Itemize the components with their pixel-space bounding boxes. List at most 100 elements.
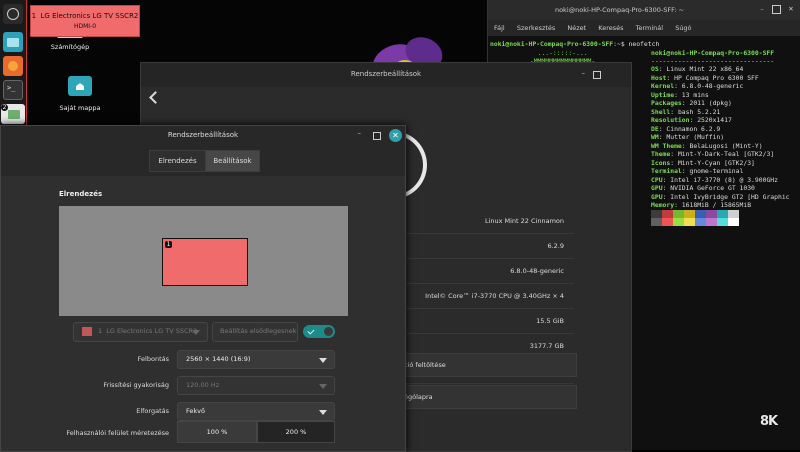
close-icon[interactable]: ✕ [389,129,402,142]
rotation-label: Elforgatás [136,407,169,415]
ui-scale-100-button[interactable]: 100 % [177,421,257,443]
settings-taskbar-button[interactable]: 2 [1,104,25,124]
info-value: Cinnamon 6.2.9 [662,124,721,133]
neofetch-info-line: WM Theme: BelaLugosi (Mint-Y) [651,142,790,151]
info-key: Host [651,73,667,82]
info-value: 6.8.0-48-generic [677,82,744,90]
system-info-row: 6.2.9 [406,234,574,259]
palette-swatch [684,210,695,218]
window-titlebar[interactable]: Rendszerbeállítások – ✕ Elrendezés Beáll… [1,126,405,176]
ui-scale-200-button[interactable]: 200 % [257,421,335,443]
minimize-icon[interactable]: – [582,69,586,77]
menu-search[interactable]: Keresés [598,24,623,32]
set-primary-button[interactable]: Beállítás elsődlegesnek [212,322,298,342]
refresh-rate-select[interactable]: 120.00 Hz [177,376,335,395]
files-launcher[interactable] [3,32,23,52]
maximize-icon[interactable] [593,71,601,79]
home-folder-icon [68,76,92,96]
terminal-icon: >_ [7,84,16,92]
back-arrow-icon[interactable] [149,91,162,104]
monitor-select[interactable]: 1 LG Electronics LG TV SSCR2 [73,322,208,342]
monitor-select-number: 1 [98,327,103,335]
maximize-icon[interactable] [373,132,381,140]
neofetch-info-line: DE: Cinnamon 6.2.9 [651,125,790,134]
chevron-down-icon [319,410,327,415]
info-key: WM [651,133,659,141]
neofetch-info-line: Kernel: 6.8.0-48-generic [651,82,790,91]
8k-watermark: 8K [760,414,778,429]
terminal-titlebar[interactable]: noki@noki-HP-Compaq-Pro-6300-SFF: ~ – ✕ [488,0,800,20]
neofetch-info-line: GPU: NVIDIA GeForce GT 1030 [651,184,790,193]
monitor-layout-canvas[interactable]: 1 [59,206,348,316]
monitor-preview-1[interactable]: 1 [162,238,248,286]
palette-swatch [717,218,728,226]
info-value: HP Compaq Pro 6300 SFF [670,73,759,82]
info-key: Kernel [651,82,675,90]
terminal-title: noki@noki-HP-Compaq-Pro-6300-SFF: ~ [554,6,685,14]
window-titlebar[interactable]: Rendszerbeállítások – [141,63,631,87]
minimize-icon[interactable]: – [358,129,362,137]
display-settings-window[interactable]: Rendszerbeállítások – ✕ Elrendezés Beáll… [0,125,406,452]
neofetch-info-line: Uptime: 13 mins [651,91,790,100]
info-key: Uptime [651,90,675,99]
rotation-value: Fekvő [186,407,205,415]
neofetch-info-line: CPU: Intel i7-3770 (8) @ 3.900GHz [651,176,790,185]
info-value: 2520x1417 [693,116,732,124]
monitor-number-badge: 1 [165,241,172,248]
neofetch-info-line: Terminal: gnome-terminal [651,167,790,176]
copy-clipboard-button[interactable]: ógólapra [403,385,577,409]
info-key: Resolution [651,116,690,124]
palette-swatch [728,210,739,218]
menu-help[interactable]: Súgó [675,24,691,32]
neofetch-info-line: GPU: Intel IvyBridge GT2 [HD Graphic [651,193,790,202]
terminal-launcher[interactable]: >_ [3,80,23,100]
menu-terminal[interactable]: Terminál [636,24,663,32]
upload-info-button[interactable]: ció feltöltése [403,353,577,377]
tab-layout[interactable]: Elrendezés [149,150,206,172]
menu-button[interactable] [3,4,23,24]
menu-edit[interactable]: Szerkesztés [517,24,555,32]
window-title: Rendszerbeállítások [167,131,239,139]
settings-icon [8,110,20,119]
neofetch-info-line: Resolution: 2520x1417 [651,116,790,125]
maximize-icon[interactable] [772,5,781,14]
minimize-icon[interactable]: – [757,4,767,14]
system-info-row: Linux Mint 22 Cinnamon [406,209,574,234]
neofetch-info-line: Packages: 2011 (dpkg) [651,99,790,108]
desktop-icon-label: Saját mappa [59,104,101,112]
monitor-select-label: LG Electronics LG TV SSCR2 [106,327,198,335]
tab-settings[interactable]: Beállítások [205,150,260,172]
info-key: Shell [651,107,671,116]
menu-view[interactable]: Nézet [567,24,586,32]
neofetch-info: OS: Linux Mint 22 x86_64 Host: HP Compaq … [651,65,790,210]
info-value: Mint-Y-Dark-Teal [GTK2/3] [674,150,775,158]
desktop-icon-home-folder[interactable]: Saját mappa [50,76,110,112]
info-value: Intel i7-3770 (8) @ 3.900GHz [666,175,778,184]
info-key: Theme [651,150,671,158]
info-value: Linux Mint 22 x86_64 [662,65,744,73]
palette-swatch [695,210,706,218]
palette-swatch [673,210,684,218]
prompt-command: :~$ neofetch [613,40,660,48]
resolution-select[interactable]: 2560 × 1440 (16:9) [177,350,335,369]
info-value: Mutter (Muffin) [662,133,725,141]
neofetch-info-line: Host: HP Compaq Pro 6300 SFF [651,74,790,83]
neofetch-info-line: Memory: 1618MiB / 15865MiB [651,201,790,210]
palette-swatch [673,218,684,226]
info-key: WM Theme [651,141,682,150]
info-value: 13 mins [677,90,709,99]
close-icon[interactable]: ✕ [786,4,796,14]
monitor-enable-toggle[interactable] [303,325,335,338]
overlay-number: 1 [31,12,37,20]
menu-file[interactable]: Fájl [494,24,505,32]
firefox-launcher[interactable] [3,56,23,76]
neofetch-info-line: OS: Linux Mint 22 x86_64 [651,65,790,74]
section-title: Elrendezés [59,190,103,198]
terminal-menubar: Fájl Szerkesztés Nézet Keresés Terminál … [488,20,800,36]
rotation-select[interactable]: Fekvő [177,402,335,421]
mint-logo-icon [7,8,19,20]
info-key: DE [651,124,659,133]
folder-icon [7,38,19,47]
resolution-value: 2560 × 1440 (16:9) [186,355,251,363]
window-title: Rendszerbeállítások [350,70,422,78]
